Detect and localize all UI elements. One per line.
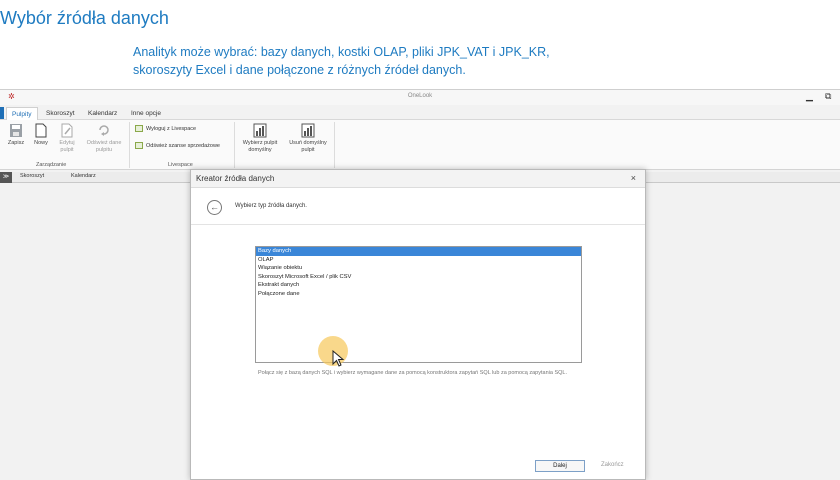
remove-default-label-2: pulpit: [301, 147, 315, 153]
dialog-step-text: Wybierz typ źródła danych.: [235, 203, 307, 209]
choose-default-dashboard-button[interactable]: Wybierz pulpit domyślny: [238, 123, 282, 154]
livespace-icon: [135, 142, 143, 149]
next-button[interactable]: Dalej: [535, 460, 585, 472]
finish-button[interactable]: Zakończ: [601, 462, 624, 468]
tab-skoroszyt[interactable]: Skoroszyt: [41, 107, 80, 120]
new-document-icon: [35, 123, 47, 138]
doc-tab-kalendarz[interactable]: Kalendarz: [71, 173, 96, 179]
new-label: Nowy: [34, 140, 48, 146]
refresh-chances-button[interactable]: Odśwież szanse sprzedażowe: [135, 142, 220, 149]
list-item-object-binding[interactable]: Wiązanie obiektu: [256, 264, 581, 273]
dialog-titlebar: Kreator źródła danych ×: [191, 170, 645, 188]
slide-description-line-2: skoroszyty Excel i dane połączone z różn…: [133, 63, 466, 77]
remove-default-dashboard-button[interactable]: Usuń domyślny pulpit: [285, 123, 331, 154]
edit-label-1: Edytuj: [59, 140, 75, 146]
dialog-title: Kreator źródła danych: [196, 174, 275, 183]
app-titlebar: ✲ OneLook ▁ ⧉: [0, 90, 840, 105]
back-arrow-icon[interactable]: ←: [207, 200, 222, 215]
edit-dashboard-button[interactable]: Edytuj pulpit: [55, 123, 79, 154]
dashboard-chart-icon: [301, 123, 315, 138]
refresh-icon: [99, 125, 109, 136]
data-source-wizard-dialog: Kreator źródła danych × ← Wybierz typ źr…: [190, 169, 646, 480]
slide-description: Analityk może wybrać: bazy danych, kostk…: [133, 43, 693, 79]
list-item-databases[interactable]: Bazy danych: [256, 247, 581, 256]
slide-description-line-1: Analityk może wybrać: bazy danych, kostk…: [133, 45, 550, 59]
choose-default-label-1: Wybierz pulpit: [242, 140, 278, 146]
logout-livespace-label: Wyloguj z Livespace: [146, 125, 197, 132]
group-separator: [234, 122, 235, 168]
list-item-excel-csv[interactable]: Skoroszyt Microsoft Excel / plik CSV: [256, 273, 581, 282]
edit-icon: [61, 123, 73, 138]
refresh-dashboard-button[interactable]: Odśwież dane pulpitu: [82, 123, 126, 154]
choose-default-label-2: domyślny: [248, 147, 272, 153]
tab-kalendarz[interactable]: Kalendarz: [83, 107, 122, 120]
app-title: OneLook: [407, 93, 433, 99]
save-button[interactable]: Zapisz: [5, 123, 27, 147]
new-button[interactable]: Nowy: [30, 123, 52, 147]
doc-tab-skoroszyt[interactable]: Skoroszyt: [20, 173, 44, 179]
group-label-management: Zarządzanie: [36, 162, 67, 168]
save-icon: [10, 124, 22, 137]
dashboard-chart-icon: [253, 123, 267, 138]
refresh-label-1: Odśwież dane: [86, 140, 122, 146]
minimize-button[interactable]: ▁: [806, 91, 813, 102]
restore-button[interactable]: ⧉: [825, 91, 831, 102]
list-item-olap[interactable]: OLAP: [256, 256, 581, 265]
tab-pulpity[interactable]: Pulpity: [6, 107, 38, 120]
ribbon: Zapisz Nowy Edytuj pulpit Odśwież dane p…: [0, 120, 840, 170]
list-item-combined-data[interactable]: Połączone dane: [256, 290, 581, 299]
group-label-livespace: Livespace: [168, 162, 193, 168]
dialog-header: ← Wybierz typ źródła danych.: [191, 188, 645, 225]
remove-default-label-1: Usuń domyślny: [289, 140, 327, 146]
collapse-panel-button[interactable]: ≫: [0, 172, 12, 183]
livespace-icon: [135, 125, 143, 132]
option-description: Połącz się z bazą danych SQL i wybierz w…: [258, 370, 567, 376]
tab-inne-opcje[interactable]: Inne opcje: [126, 107, 166, 120]
refresh-chances-label: Odśwież szanse sprzedażowe: [146, 142, 220, 149]
data-source-type-list[interactable]: Bazy danych OLAP Wiązanie obiektu Skoros…: [255, 246, 582, 363]
list-item-data-extract[interactable]: Ekstrakt danych: [256, 281, 581, 290]
ribbon-tabs: Pulpity Skoroszyt Kalendarz Inne opcje: [0, 107, 840, 120]
edit-label-2: pulpit: [60, 147, 74, 153]
mouse-cursor-icon: [332, 350, 345, 367]
refresh-label-2: pulpitu: [95, 147, 113, 153]
group-separator: [334, 122, 335, 168]
dialog-close-button[interactable]: ×: [631, 173, 636, 183]
slide-title: Wybór źródła danych: [0, 8, 169, 28]
save-label: Zapisz: [7, 140, 25, 146]
group-separator: [129, 122, 130, 168]
logout-livespace-button[interactable]: Wyloguj z Livespace: [135, 125, 196, 132]
